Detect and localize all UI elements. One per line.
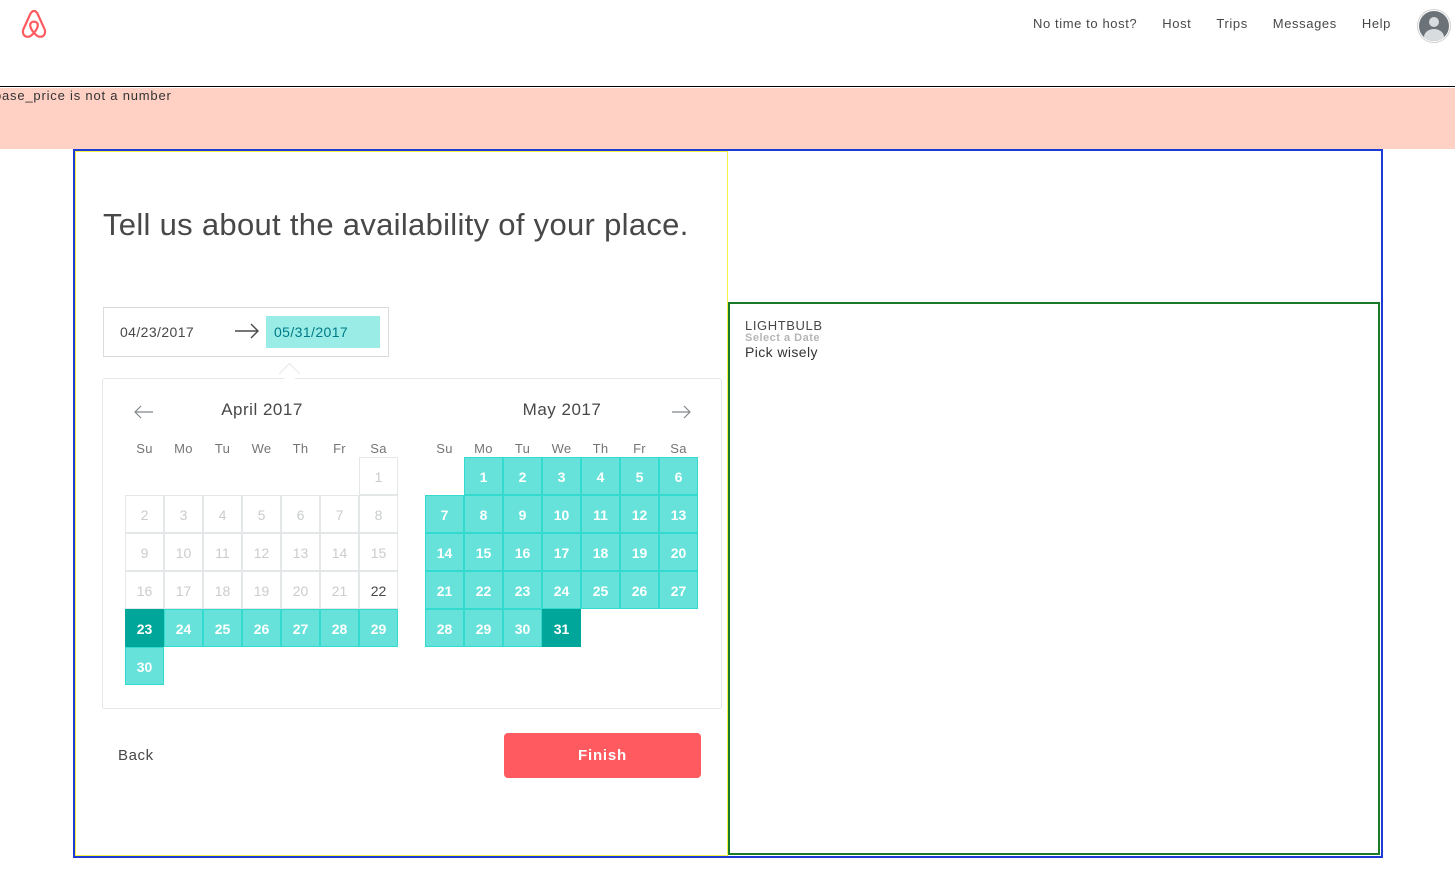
- calendar-day[interactable]: 12: [620, 495, 659, 533]
- calendar-day: 8: [359, 495, 398, 533]
- nav-host[interactable]: Host: [1162, 15, 1191, 33]
- weekday-label: We: [551, 441, 572, 456]
- calendar-day[interactable]: 8: [464, 495, 503, 533]
- calendar-day: 12: [242, 533, 281, 571]
- calendar-day: 9: [125, 533, 164, 571]
- calendar-day[interactable]: 25: [203, 609, 242, 647]
- error-message: base_price is not a number: [0, 88, 172, 103]
- calendar-day[interactable]: 6: [659, 457, 698, 495]
- calendar-day: 15: [359, 533, 398, 571]
- calendar-day[interactable]: 24: [542, 571, 581, 609]
- weekday-label: Tu: [514, 441, 531, 456]
- weekday-label: Sa: [370, 441, 387, 456]
- arrow-right-icon: [235, 323, 259, 339]
- calendar-day[interactable]: 1: [464, 457, 503, 495]
- weekday-label: Fr: [333, 441, 346, 456]
- calendar-day: 14: [320, 533, 359, 571]
- calendar-day: 2: [125, 495, 164, 533]
- calendar-day[interactable]: 15: [464, 533, 503, 571]
- calendar-day[interactable]: 28: [320, 609, 359, 647]
- airbnb-logo-icon[interactable]: [18, 8, 50, 40]
- calendar-day[interactable]: 4: [581, 457, 620, 495]
- lightbulb-title: LIGHTBULB: [745, 318, 823, 333]
- calendar-day[interactable]: 23: [125, 609, 164, 647]
- start-date-field[interactable]: 04/23/2017: [120, 324, 194, 340]
- user-avatar-icon[interactable]: [1418, 10, 1450, 42]
- calendar-day[interactable]: 7: [425, 495, 464, 533]
- nav-trips[interactable]: Trips: [1216, 15, 1247, 33]
- calendar-day[interactable]: 22: [464, 571, 503, 609]
- nav-no-time-to-host[interactable]: No time to host?: [1033, 15, 1137, 33]
- calendar-day: 6: [281, 495, 320, 533]
- weekday-label: We: [251, 441, 272, 456]
- calendar-day: 4: [203, 495, 242, 533]
- calendar-day[interactable]: 2: [503, 457, 542, 495]
- calendar-day[interactable]: 29: [464, 609, 503, 647]
- lightbulb-subtitle: Select a Date: [745, 332, 820, 344]
- calendar-day[interactable]: 27: [281, 609, 320, 647]
- error-banner: base_price is not a number: [0, 88, 1455, 149]
- calendar-day[interactable]: 20: [659, 533, 698, 571]
- calendar-day: 17: [164, 571, 203, 609]
- calendar-day: 11: [203, 533, 242, 571]
- date-range-input[interactable]: 04/23/2017 05/31/2017: [103, 307, 389, 357]
- lightbulb-panel: [728, 302, 1380, 855]
- month-title-may: May 2017: [522, 400, 602, 419]
- calendar-day: 21: [320, 571, 359, 609]
- page-title: Tell us about the availability of your p…: [103, 207, 689, 242]
- calendar-day[interactable]: 29: [359, 609, 398, 647]
- calendar-day: 10: [164, 533, 203, 571]
- weekday-label: Su: [136, 441, 153, 456]
- calendar-day[interactable]: 22: [359, 571, 398, 609]
- calendar-day: 20: [281, 571, 320, 609]
- calendar-day[interactable]: 24: [164, 609, 203, 647]
- calendar-day[interactable]: 31: [542, 609, 581, 647]
- calendar-day[interactable]: 5: [620, 457, 659, 495]
- finish-button[interactable]: Finish: [504, 733, 701, 778]
- calendar-day[interactable]: 16: [503, 533, 542, 571]
- calendar-day: 13: [281, 533, 320, 571]
- calendar-day: 18: [203, 571, 242, 609]
- calendar-day[interactable]: 30: [503, 609, 542, 647]
- calendar-day[interactable]: 25: [581, 571, 620, 609]
- calendar-day[interactable]: 26: [620, 571, 659, 609]
- weekday-label: Th: [592, 441, 609, 456]
- calendar-day[interactable]: 9: [503, 495, 542, 533]
- calendar-day[interactable]: 14: [425, 533, 464, 571]
- calendar-day[interactable]: 10: [542, 495, 581, 533]
- calendar-day[interactable]: 18: [581, 533, 620, 571]
- back-button[interactable]: Back: [118, 747, 154, 764]
- weekday-label: Th: [292, 441, 309, 456]
- calendar-day[interactable]: 30: [125, 647, 164, 685]
- nav-help[interactable]: Help: [1362, 15, 1391, 33]
- weekday-label: Fr: [633, 441, 646, 456]
- calendar-day: 1: [359, 457, 398, 495]
- calendar-day[interactable]: 21: [425, 571, 464, 609]
- calendar-day[interactable]: 11: [581, 495, 620, 533]
- calendar-day: 19: [242, 571, 281, 609]
- calendar-day[interactable]: 19: [620, 533, 659, 571]
- weekday-label: Tu: [214, 441, 231, 456]
- weekday-label: Mo: [174, 441, 193, 456]
- weekday-label: Su: [436, 441, 453, 456]
- calendar-day[interactable]: 17: [542, 533, 581, 571]
- weekday-label: Sa: [670, 441, 687, 456]
- end-date-field[interactable]: 05/31/2017: [266, 316, 380, 348]
- calendar-day[interactable]: 27: [659, 571, 698, 609]
- lightbulb-body: Pick wisely: [745, 344, 818, 360]
- top-navigation-bar: No time to host? Host Trips Messages Hel…: [0, 0, 1455, 87]
- calendar-day: 7: [320, 495, 359, 533]
- header-nav: No time to host? Host Trips Messages Hel…: [1008, 15, 1391, 33]
- calendar-day[interactable]: 28: [425, 609, 464, 647]
- calendar-day[interactable]: 3: [542, 457, 581, 495]
- month-title-april: April 2017: [221, 400, 303, 419]
- calendar-day: 16: [125, 571, 164, 609]
- calendar-day[interactable]: 26: [242, 609, 281, 647]
- calendar-day: 3: [164, 495, 203, 533]
- calendar-day[interactable]: 13: [659, 495, 698, 533]
- calendar-day: 5: [242, 495, 281, 533]
- calendar-day[interactable]: 23: [503, 571, 542, 609]
- nav-messages[interactable]: Messages: [1273, 15, 1337, 33]
- weekday-label: Mo: [474, 441, 493, 456]
